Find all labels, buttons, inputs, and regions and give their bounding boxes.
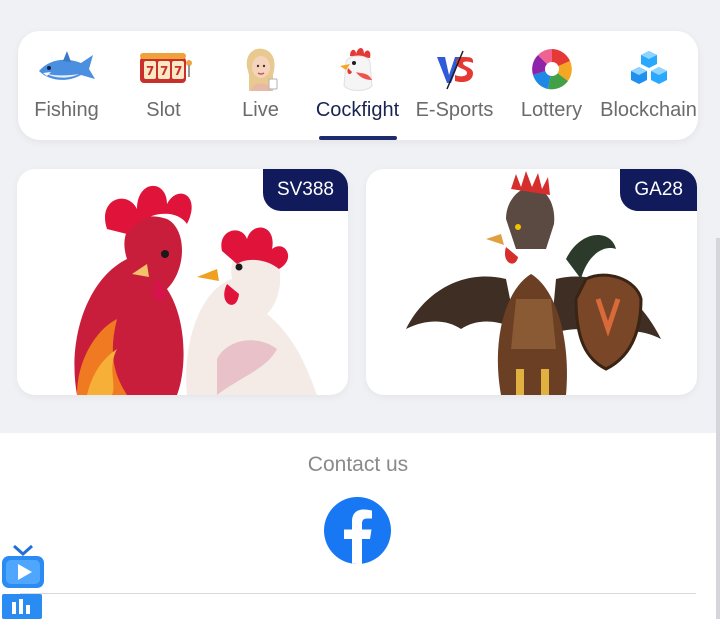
tv-play-icon bbox=[2, 544, 44, 619]
provider-badge: SV388 bbox=[262, 169, 348, 211]
tab-blockchain[interactable]: Blockchain bbox=[600, 31, 697, 140]
live-dealer-icon bbox=[231, 45, 291, 93]
tab-fishing[interactable]: Fishing bbox=[18, 31, 115, 140]
tab-live[interactable]: Live bbox=[212, 31, 309, 140]
tab-label: Slot bbox=[146, 99, 181, 121]
tab-label: Cockfight bbox=[315, 99, 400, 121]
category-tab-bar: Fishing 7 7 7 Slot Live Cockfight E-Spor… bbox=[18, 31, 698, 140]
tab-slot[interactable]: 7 7 7 Slot bbox=[115, 31, 212, 140]
lottery-wheel-icon bbox=[522, 45, 582, 93]
shark-icon bbox=[37, 45, 97, 93]
game-card-sv388[interactable]: SV388 bbox=[17, 169, 348, 395]
facebook-link[interactable] bbox=[324, 497, 391, 564]
svg-text:7: 7 bbox=[146, 64, 154, 78]
game-card-ga28[interactable]: GA28 bbox=[366, 169, 697, 395]
active-tab-underline bbox=[318, 136, 397, 140]
tab-lottery[interactable]: Lottery bbox=[503, 31, 600, 140]
footer-divider bbox=[20, 593, 696, 594]
versus-icon bbox=[425, 45, 485, 93]
rooster-icon bbox=[328, 45, 388, 93]
footer: Contact us bbox=[0, 433, 716, 619]
floating-media-widget[interactable] bbox=[0, 544, 46, 619]
blockchain-cubes-icon bbox=[619, 45, 679, 93]
tab-label: E-Sports bbox=[415, 99, 494, 121]
tab-label: Blockchain bbox=[600, 99, 697, 121]
tab-label: Lottery bbox=[520, 99, 583, 121]
provider-badge: GA28 bbox=[620, 169, 697, 211]
scrollbar[interactable] bbox=[716, 238, 720, 619]
svg-text:7: 7 bbox=[160, 64, 168, 78]
facebook-icon bbox=[324, 497, 391, 564]
tab-esports[interactable]: E-Sports bbox=[406, 31, 503, 140]
contact-title: Contact us bbox=[307, 453, 409, 476]
tab-cockfight[interactable]: Cockfight bbox=[309, 31, 406, 140]
tab-label: Fishing bbox=[34, 99, 99, 121]
svg-text:7: 7 bbox=[174, 64, 182, 78]
slot-machine-icon: 7 7 7 bbox=[134, 45, 194, 93]
tab-label: Live bbox=[242, 99, 279, 121]
